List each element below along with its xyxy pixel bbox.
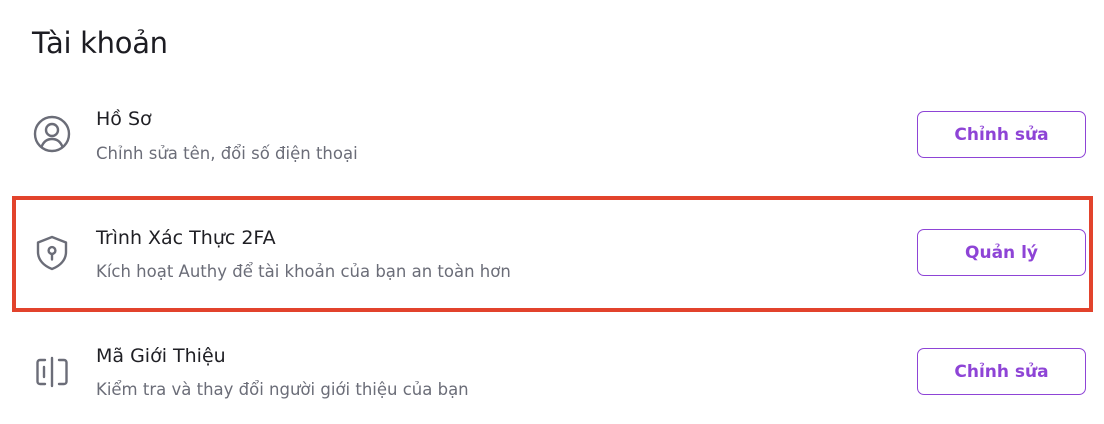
profile-subtitle: Chỉnh sửa tên, đổi số điện thoại — [96, 144, 358, 163]
manage-2fa-button[interactable]: Quản lý — [917, 229, 1086, 276]
two-factor-subtitle: Kích hoạt Authy để tài khoản của bạn an … — [96, 262, 511, 281]
referral-title: Mã Giới Thiệu — [96, 345, 226, 367]
two-factor-row: Trình Xác Thực 2FA Kích hoạt Authy để tà… — [0, 203, 1104, 303]
shield-keyhole-icon — [30, 231, 74, 275]
two-factor-title: Trình Xác Thực 2FA — [96, 227, 276, 249]
edit-profile-button[interactable]: Chỉnh sửa — [917, 111, 1086, 158]
profile-title: Hồ Sơ — [96, 108, 152, 130]
referral-row: Mã Giới Thiệu Kiểm tra và thay đổi người… — [0, 321, 1104, 421]
profile-row: Hồ Sơ Chỉnh sửa tên, đổi số điện thoại C… — [0, 84, 1104, 184]
user-circle-icon — [30, 112, 74, 156]
referral-card-icon — [30, 350, 74, 394]
referral-subtitle: Kiểm tra và thay đổi người giới thiệu củ… — [96, 380, 469, 399]
edit-referral-button[interactable]: Chỉnh sửa — [917, 348, 1086, 395]
page-title: Tài khoản — [32, 26, 168, 60]
